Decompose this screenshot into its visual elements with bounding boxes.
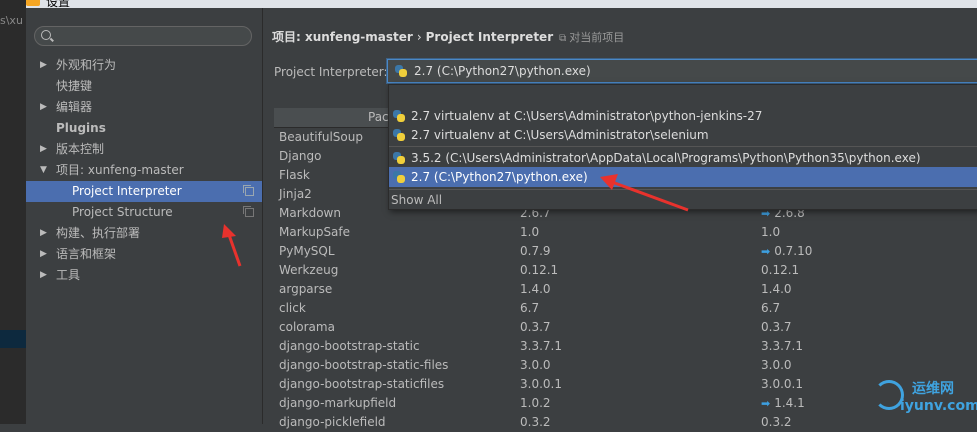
annotation-arrow-sidebar [222, 224, 242, 267]
annotation-arrows [222, 174, 689, 267]
site-watermark: 运维网 iyunv.com [872, 376, 977, 424]
watermark-name: 运维网 [912, 381, 954, 397]
annotation-arrow-dropdown [600, 174, 689, 212]
watermark-url: iyunv.com [900, 398, 977, 414]
